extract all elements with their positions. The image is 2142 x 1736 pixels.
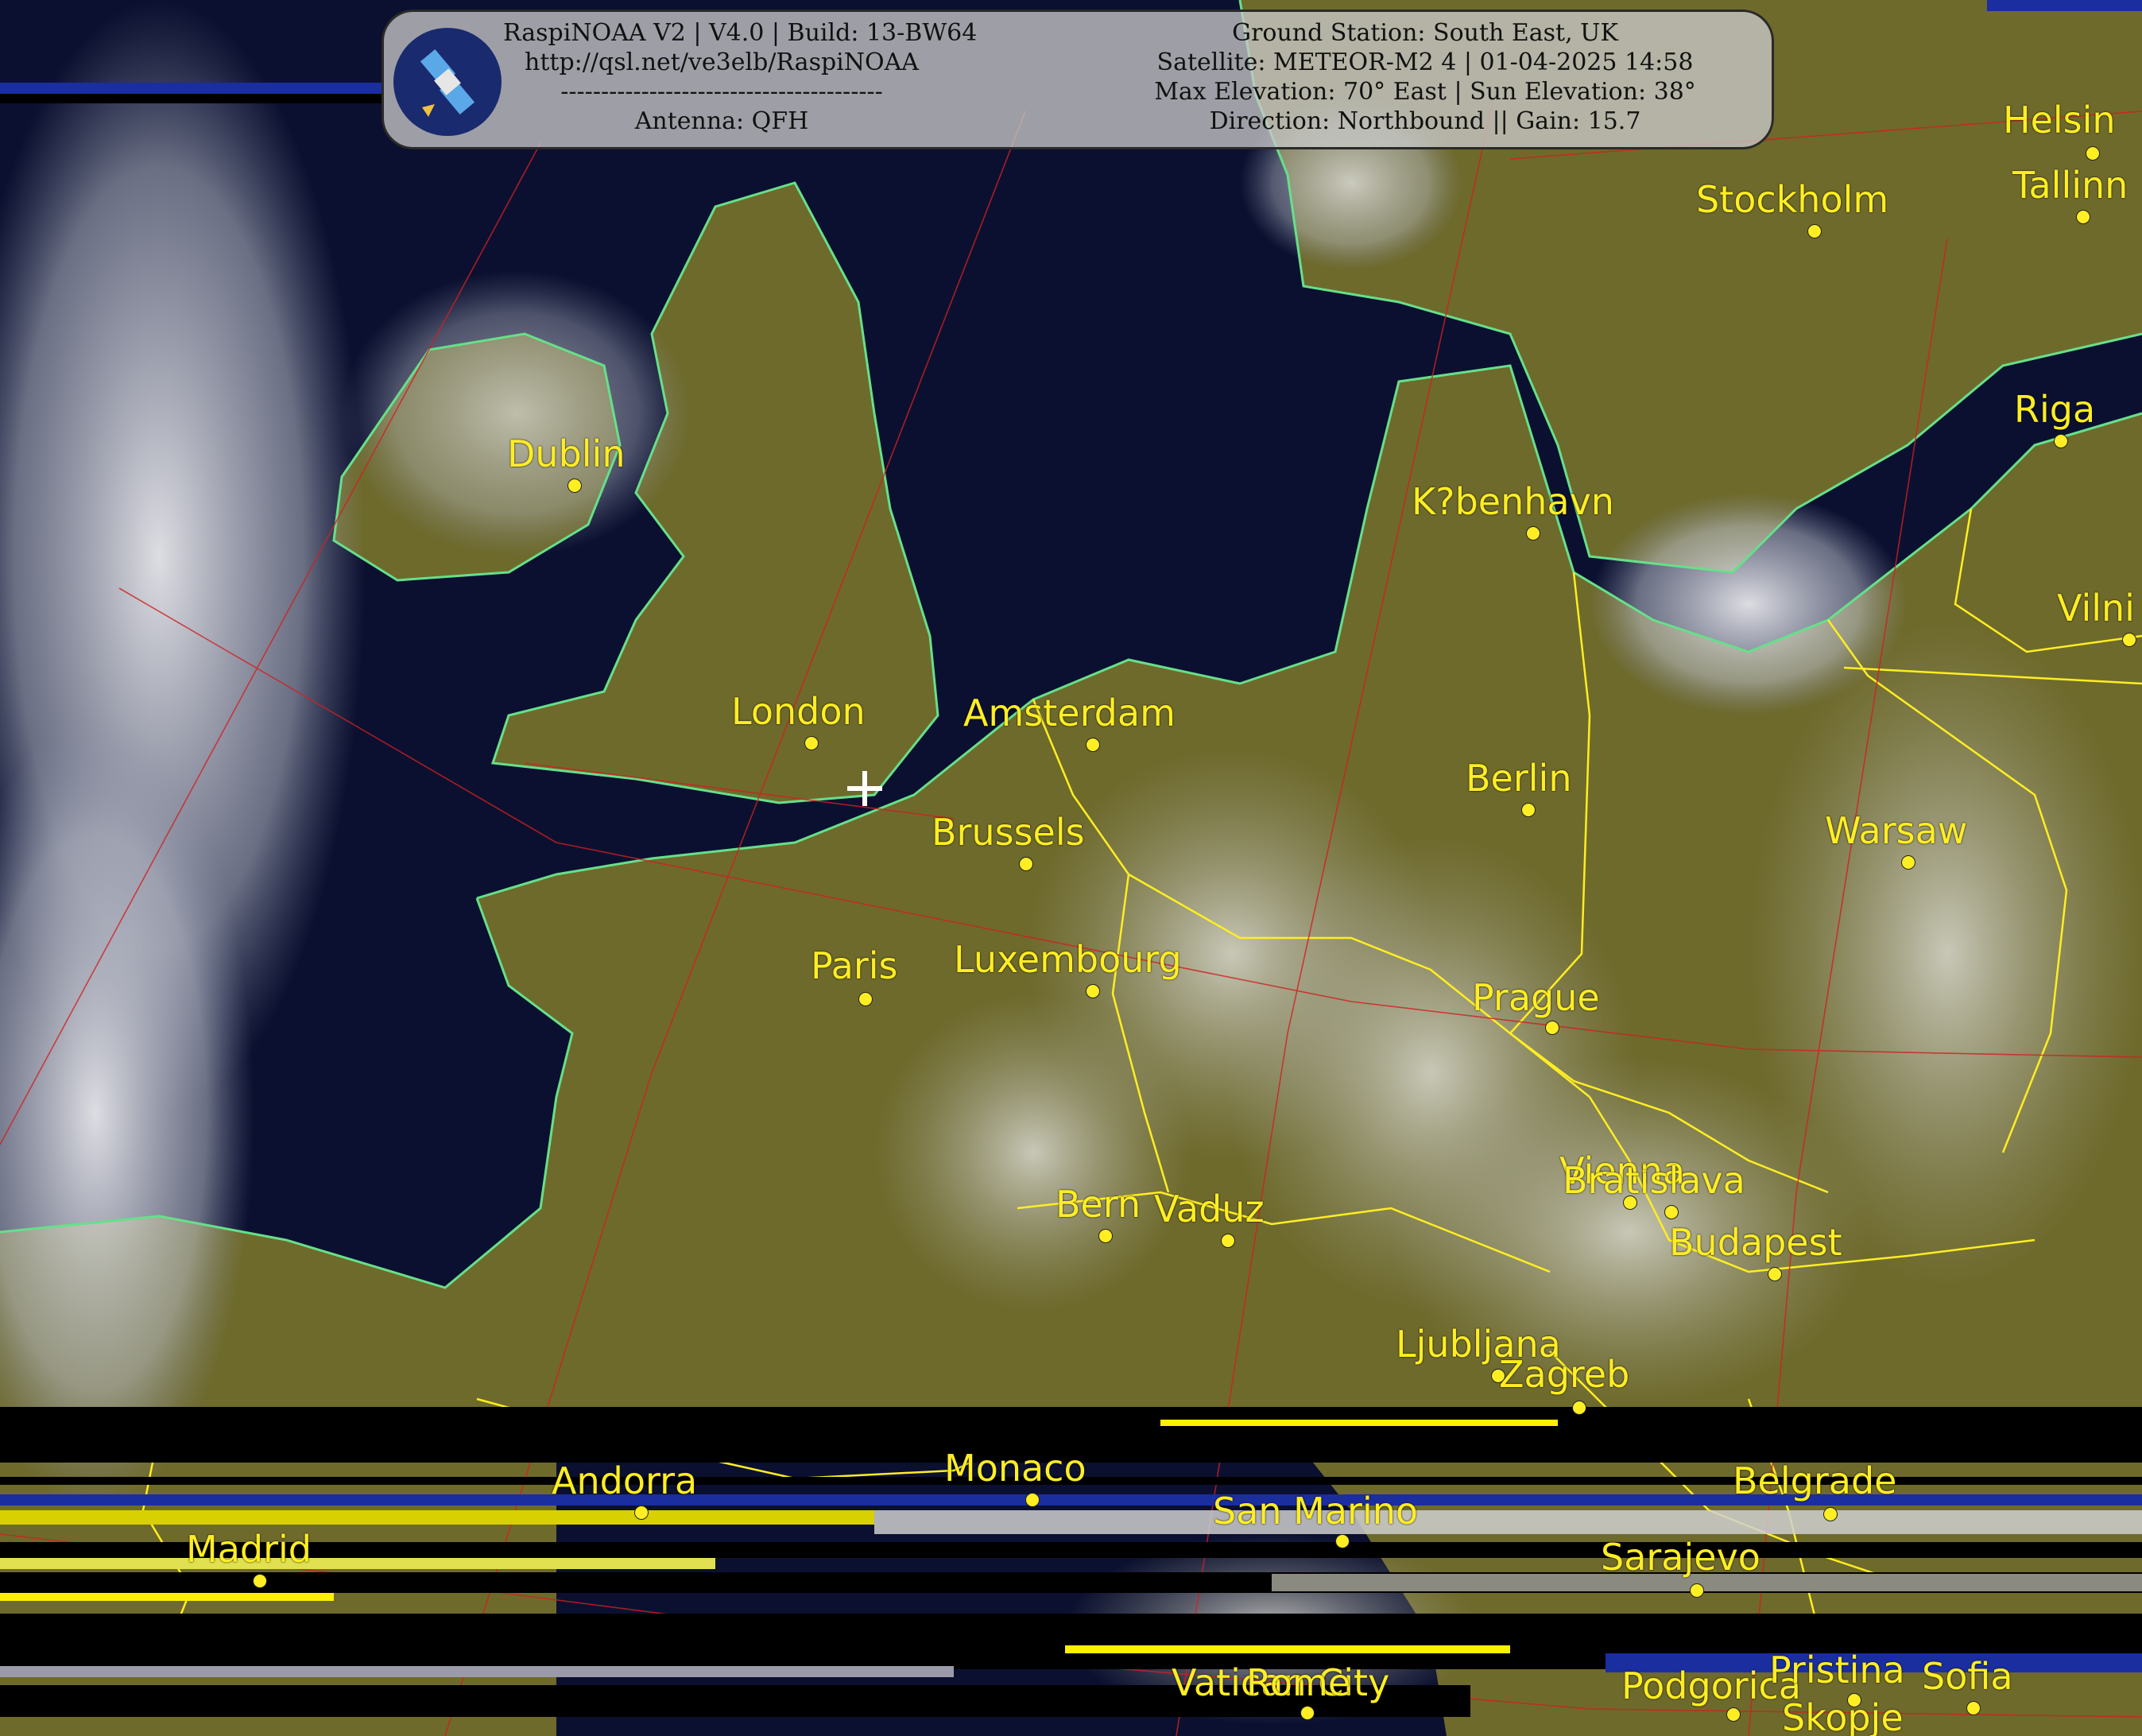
city-dot — [1300, 1706, 1315, 1720]
city-label: Sarajevo — [1601, 1536, 1760, 1579]
city-dot — [1526, 526, 1540, 541]
city-dot — [1098, 1229, 1113, 1243]
city-dot — [1521, 803, 1536, 817]
city-label: Amsterdam — [963, 692, 1176, 734]
city-label: Pristina — [1769, 1649, 1905, 1691]
city-dot — [2122, 633, 2136, 647]
satellite-icon — [393, 28, 502, 136]
city-dot — [1623, 1195, 1637, 1210]
city-dot — [1335, 1534, 1350, 1548]
city-label: London — [731, 690, 866, 733]
city-dot — [1726, 1707, 1741, 1722]
city-label: Berlin — [1466, 757, 1572, 800]
city-label: Riga — [2014, 388, 2096, 431]
city-dot — [567, 479, 582, 493]
city-dot — [253, 1574, 267, 1588]
elevation-line: Max Elevation: 70° East | Sun Elevation:… — [1154, 78, 1696, 106]
city-label: Skopje — [1782, 1696, 1904, 1736]
city-dot — [2086, 146, 2100, 161]
city-dot — [1901, 855, 1915, 870]
city-dot — [804, 736, 819, 750]
city-dot — [1572, 1401, 1586, 1415]
city-label: Bern — [1056, 1183, 1141, 1226]
city-label: Dublin — [507, 432, 626, 475]
city-label: K?benhavn — [1412, 480, 1614, 523]
city-label: San Marino — [1213, 1490, 1419, 1533]
city-label: Zagreb — [1499, 1353, 1630, 1396]
city-dot — [1086, 984, 1100, 998]
satellite-map-view: RaspiNOAA V2 | V4.0 | Build: 13-BW64 htt… — [0, 0, 2142, 1736]
city-label: Monaco — [944, 1447, 1086, 1490]
city-label: Bratislava — [1563, 1159, 1745, 1202]
city-label: Sofia — [1922, 1655, 2013, 1698]
city-dot — [1807, 224, 1822, 238]
city-label: Warsaw — [1825, 809, 1968, 852]
city-label: Stockholm — [1696, 178, 1889, 221]
project-url: http://qsl.net/ve3elb/RaspiNOAA — [525, 48, 919, 76]
city-dot — [1823, 1507, 1838, 1521]
city-label: Brussels — [932, 811, 1085, 854]
city-label: Rome — [1246, 1661, 1351, 1704]
build-line: RaspiNOAA V2 | V4.0 | Build: 13-BW64 — [503, 19, 978, 47]
city-label: Vilni — [2057, 587, 2135, 630]
city-dot — [1086, 738, 1100, 752]
city-dot — [858, 992, 873, 1006]
city-dot — [1019, 857, 1033, 871]
city-label: Madrid — [186, 1528, 312, 1571]
ground-station-line: Ground Station: South East, UK — [1232, 19, 1618, 47]
city-label: Tallinn — [2012, 164, 2128, 207]
city-dot — [634, 1505, 649, 1520]
pass-info-panel: RaspiNOAA V2 | V4.0 | Build: 13-BW64 htt… — [382, 10, 1774, 149]
city-label: Andorra — [552, 1459, 698, 1502]
antenna-line: Antenna: QFH — [634, 107, 809, 135]
city-label: Belgrade — [1733, 1459, 1897, 1502]
city-label: Vaduz — [1154, 1188, 1265, 1230]
city-label: Helsin — [2003, 99, 2116, 141]
city-label: Luxembourg — [954, 938, 1182, 981]
city-dot — [1768, 1267, 1782, 1281]
separator-line: ---------------------------------------- — [560, 78, 883, 106]
city-label: Prague — [1472, 976, 1600, 1019]
city-dot — [1690, 1583, 1704, 1598]
direction-line: Direction: Northbound || Gain: 15.7 — [1209, 107, 1641, 135]
city-dot — [1664, 1205, 1679, 1219]
city-label: Paris — [811, 944, 898, 987]
city-dot — [1025, 1493, 1040, 1507]
software-info: RaspiNOAA V2 | V4.0 | Build: 13-BW64 htt… — [503, 18, 978, 136]
pass-details: Ground Station: South East, UK Satellite… — [1083, 18, 1767, 136]
ground-station-marker — [847, 771, 882, 806]
city-dot — [1221, 1234, 1235, 1248]
city-dot — [1966, 1701, 1981, 1715]
city-dot — [2054, 434, 2068, 448]
city-label: Budapest — [1669, 1221, 1842, 1264]
city-dot — [1545, 1021, 1559, 1035]
satellite-line: Satellite: METEOR-M2 4 | 01-04-2025 14:5… — [1156, 48, 1694, 76]
city-dot — [2076, 210, 2090, 224]
